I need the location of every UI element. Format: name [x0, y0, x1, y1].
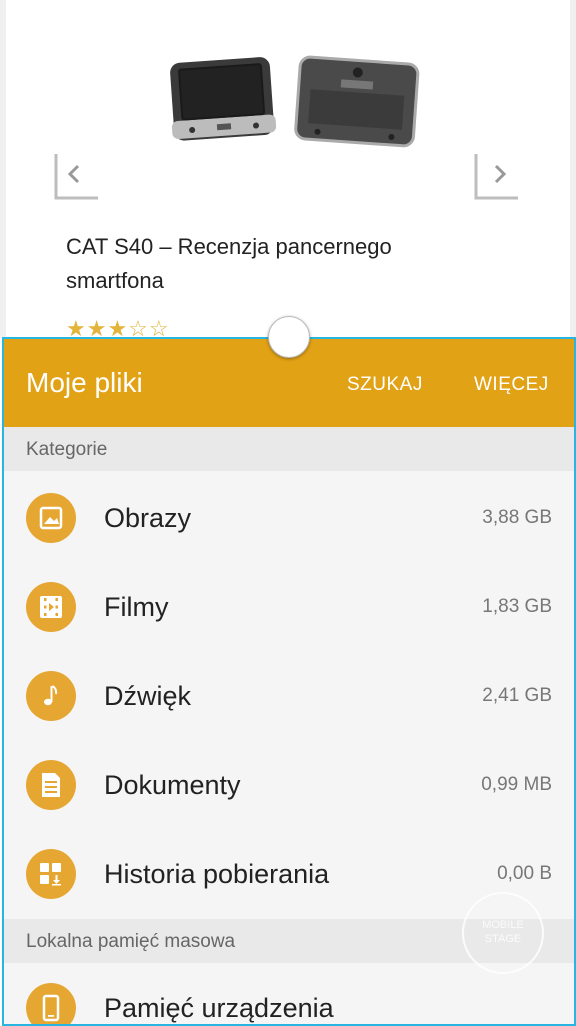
section-header-categories: Kategorie: [4, 427, 574, 471]
category-label: Historia pobierania: [104, 859, 330, 889]
article-title[interactable]: CAT S40 – Recenzja pancernego smartfona: [66, 230, 486, 298]
image-icon: [26, 493, 76, 543]
rating-stars: ★★★☆☆: [66, 316, 170, 338]
next-arrow-button[interactable]: [474, 152, 520, 200]
page-edge-left: [0, 0, 6, 338]
download-history-icon: [26, 849, 76, 899]
category-label: Filmy: [104, 592, 169, 622]
search-button[interactable]: SZUKAJ: [347, 374, 423, 396]
article-card: CAT S40 – Recenzja pancernego smartfona …: [0, 0, 576, 338]
category-size: 0,99 MB: [481, 774, 552, 795]
category-label: Dokumenty: [104, 770, 241, 800]
category-size: 1,83 GB: [482, 596, 552, 617]
document-icon: [26, 760, 76, 810]
category-size: 3,88 GB: [482, 507, 552, 528]
chevron-right-icon: [474, 154, 518, 200]
category-item-images[interactable]: Obrazy 3,88 GB: [4, 471, 574, 560]
page-edge-right: [570, 0, 576, 338]
category-item-documents[interactable]: Dokumenty 0,99 MB: [4, 738, 574, 827]
film-icon: [26, 582, 76, 632]
previous-arrow-button[interactable]: [54, 152, 100, 200]
category-label: Dźwięk: [104, 681, 192, 711]
storage-label: Pamięć urządzenia: [104, 993, 334, 1023]
category-list: Obrazy 3,88 GB Filmy 1,83 GB Dźwięk 2,41…: [4, 471, 574, 916]
category-item-videos[interactable]: Filmy 1,83 GB: [4, 560, 574, 649]
more-button[interactable]: WIĘCEJ: [474, 374, 549, 396]
app-title: Moje pliki: [26, 367, 143, 398]
chevron-left-icon: [54, 154, 98, 200]
section-header-label: Kategorie: [26, 439, 108, 460]
category-size: 0,00 B: [497, 863, 552, 884]
storage-list: Pamięć urządzenia: [4, 963, 574, 1024]
phone-storage-icon: [26, 983, 76, 1024]
split-view-handle[interactable]: [268, 316, 310, 358]
storage-item-device[interactable]: Pamięć urządzenia: [4, 963, 574, 1024]
watermark-logo: MOBILE STAGE: [462, 892, 544, 974]
category-label: Obrazy: [104, 503, 192, 533]
section-header-label: Lokalna pamięć masowa: [26, 931, 236, 952]
music-note-icon: [26, 671, 76, 721]
category-size: 2,41 GB: [482, 685, 552, 706]
phone-product-image: [170, 55, 420, 148]
category-item-audio[interactable]: Dźwięk 2,41 GB: [4, 649, 574, 738]
